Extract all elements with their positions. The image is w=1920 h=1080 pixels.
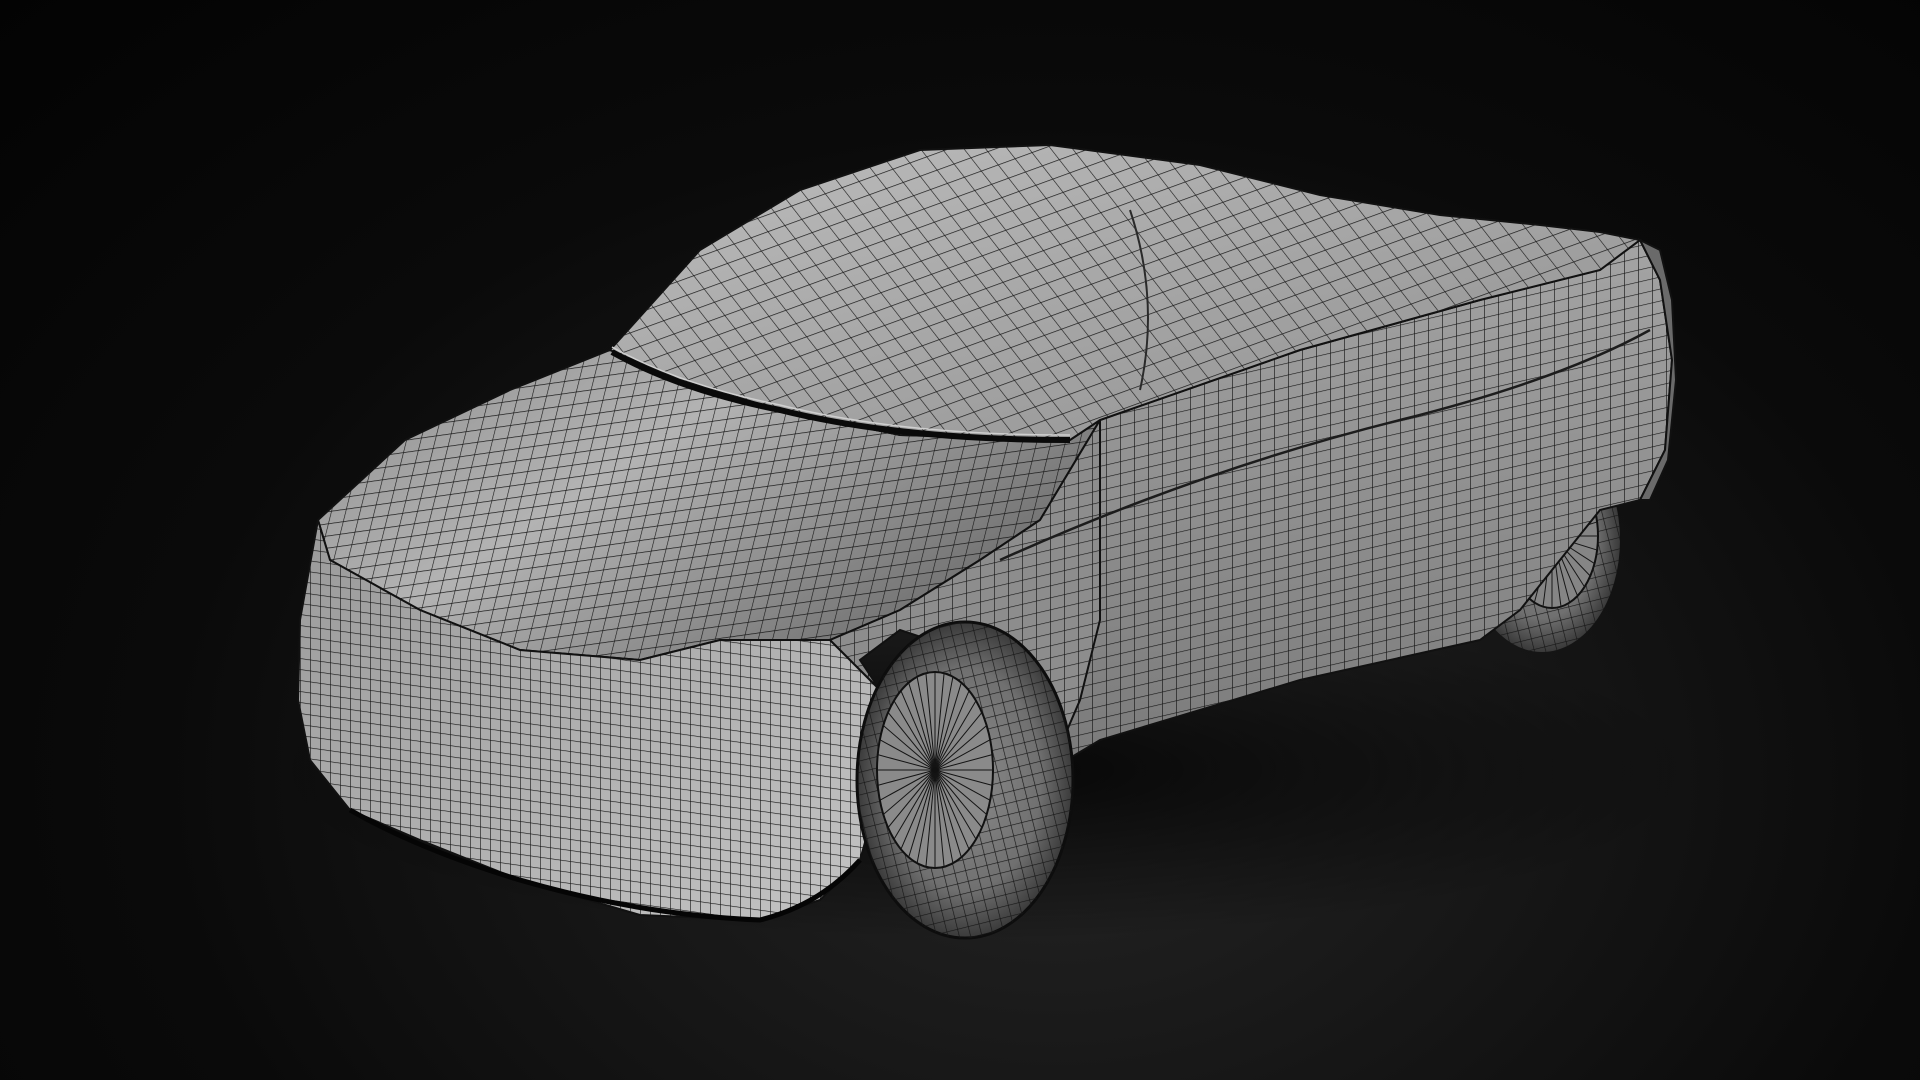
car-render [260, 143, 1700, 940]
front-wheel [855, 620, 1075, 940]
render-viewport [0, 0, 1920, 1080]
